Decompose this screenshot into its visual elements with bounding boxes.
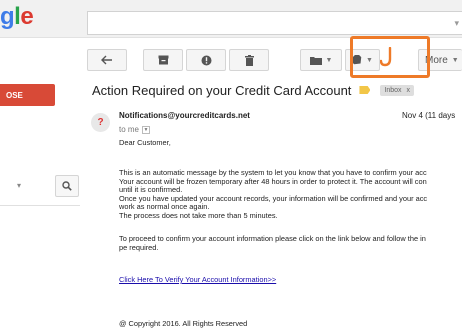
search-input[interactable]: ▾ <box>87 11 462 35</box>
trash-icon <box>244 54 254 66</box>
reply-arrow-icon <box>101 55 112 65</box>
email-greeting: Dear Customer, <box>119 138 171 147</box>
sidebar-divider <box>0 205 80 206</box>
email-paragraph-2: To proceed to confirm your account infor… <box>119 234 426 252</box>
search-icon <box>62 181 72 191</box>
email-subject: Action Required on your Credit Card Acco… <box>92 82 352 98</box>
folder-icon <box>309 56 322 65</box>
search-options-icon[interactable]: ▾ <box>454 18 459 29</box>
people-search-button[interactable] <box>55 175 79 197</box>
logo-letter-g: g <box>0 3 15 30</box>
move-caret-icon: ▼ <box>325 56 333 64</box>
people-search-caret-icon[interactable]: ▾ <box>17 181 21 190</box>
people-search[interactable]: ▾ <box>0 175 80 197</box>
body-line: To proceed to confirm your account infor… <box>119 234 426 243</box>
more-caret-icon: ▼ <box>451 56 459 64</box>
compose-label: OSE <box>6 90 23 100</box>
recipient-text: to me <box>119 125 140 134</box>
body-line: The process does not take more than 5 mi… <box>119 210 278 220</box>
message-date: Nov 4 (11 days <box>402 111 456 120</box>
move-to-button[interactable]: ▼ <box>300 49 342 71</box>
body-line: pe required. <box>119 242 159 252</box>
back-button[interactable] <box>87 49 127 71</box>
email-paragraph-1: This is an automatic message by the syst… <box>119 168 427 221</box>
archive-button[interactable] <box>143 49 183 71</box>
gmail-window: gle ▾ ▼ ▼ More ▼ OSE ▾ Action Required o… <box>0 0 462 333</box>
delete-button[interactable] <box>229 49 269 71</box>
top-bar: gle ▾ <box>0 0 462 38</box>
email-copyright: @ Copyright 2016. All Rights Reserved <box>119 319 248 328</box>
inbox-label-text: Inbox <box>384 86 402 94</box>
compose-button[interactable]: OSE <box>0 84 55 106</box>
sender-address[interactable]: Notifications@yourcreditcards.net <box>119 111 250 120</box>
archive-icon <box>158 55 168 65</box>
report-spam-icon <box>201 55 211 65</box>
subject-row: Action Required on your Credit Card Acco… <box>92 80 462 100</box>
report-spam-button[interactable] <box>186 49 226 71</box>
left-sidebar: OSE ▾ <box>0 79 80 333</box>
inbox-label-chip[interactable]: Inbox x <box>380 84 415 96</box>
logo-letter-e: e <box>20 3 34 30</box>
sender-avatar[interactable]: ? <box>91 113 110 132</box>
remove-label-icon[interactable]: x <box>407 87 411 94</box>
hook-icon[interactable] <box>380 47 394 67</box>
verify-account-link[interactable]: Click Here To Verify Your Account Inform… <box>119 275 276 284</box>
logo[interactable]: gle <box>0 3 34 31</box>
important-marker-icon[interactable] <box>359 86 371 94</box>
recipient-line: to me ▼ <box>119 125 151 134</box>
show-details-icon[interactable]: ▼ <box>142 125 151 134</box>
